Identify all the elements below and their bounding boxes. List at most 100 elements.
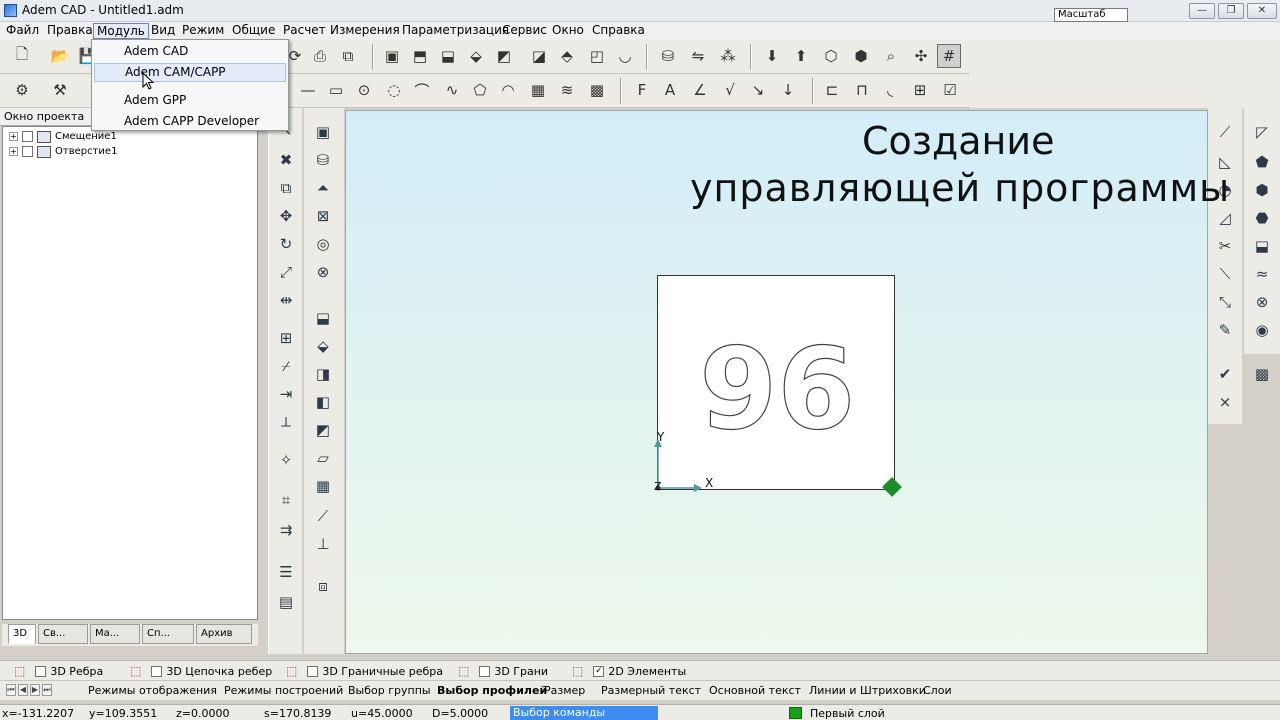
- import-icon[interactable]: ⬆: [789, 44, 813, 68]
- hole-icon[interactable]: ◡: [613, 44, 637, 68]
- hatch-tool-icon[interactable]: ▦: [526, 78, 550, 102]
- solid-box-icon[interactable]: ▣: [310, 120, 336, 144]
- line-point-icon[interactable]: ⟍: [1212, 262, 1238, 286]
- dim-aligned-icon[interactable]: ⊓: [850, 78, 874, 102]
- solid-delete-icon[interactable]: ⊠: [310, 204, 336, 228]
- circle-tool-icon[interactable]: ⊙: [352, 78, 376, 102]
- cam-region-icon[interactable]: ◧: [310, 390, 336, 414]
- pattern-icon[interactable]: ⁂: [716, 44, 740, 68]
- machine-icon[interactable]: ⚙: [10, 78, 34, 102]
- sketch-plane-icon[interactable]: ⟋: [1212, 120, 1238, 144]
- grid-toggle-icon[interactable]: #: [937, 44, 961, 68]
- delete-icon[interactable]: ✖: [273, 148, 299, 172]
- menu-file[interactable]: Файл: [3, 23, 42, 39]
- cam-grid-icon[interactable]: ▦: [310, 474, 336, 498]
- snap-icon[interactable]: ✣: [909, 44, 933, 68]
- diagonal-icon[interactable]: ⤡: [1212, 290, 1238, 314]
- tool-setup-icon[interactable]: ⚒: [48, 78, 72, 102]
- cam-save-icon[interactable]: ⬓: [310, 306, 336, 330]
- face-yellow-icon[interactable]: ⬟: [1249, 150, 1275, 174]
- menu-help[interactable]: Справка: [589, 23, 648, 39]
- open-file-icon[interactable]: 📂: [48, 44, 72, 68]
- cam-view-icon[interactable]: ⧈: [310, 574, 336, 598]
- print-icon[interactable]: ⎙: [308, 44, 332, 68]
- face-cube-icon[interactable]: ⬢: [1249, 178, 1275, 202]
- menu-general[interactable]: Общие: [229, 23, 278, 39]
- tab-dimension-text[interactable]: Размерный текст: [601, 684, 701, 697]
- extend-icon[interactable]: ⇥: [273, 382, 299, 406]
- menu-item-adem-cam-capp[interactable]: Adem CAM/CAPP: [94, 63, 286, 82]
- group-icon[interactable]: ⌗: [273, 488, 299, 512]
- crossed-icon[interactable]: ⨯: [1212, 390, 1238, 414]
- explode-icon[interactable]: ✧: [273, 448, 299, 472]
- face-wave-icon[interactable]: ≈: [1249, 262, 1275, 286]
- solid-remove-icon[interactable]: ⊗: [310, 260, 336, 284]
- filter-3d-faces[interactable]: ⬚ 3D Грани: [458, 664, 548, 678]
- polygon-tool-icon[interactable]: ⬠: [468, 78, 492, 102]
- minimize-button[interactable]: —: [1189, 3, 1215, 19]
- checker-icon[interactable]: ▩: [1249, 362, 1275, 386]
- menu-item-adem-capp-developer[interactable]: Adem CAPP Developer: [94, 112, 286, 131]
- cam-plane-icon[interactable]: ◨: [310, 362, 336, 386]
- tab-main-text[interactable]: Основной текст: [709, 684, 801, 697]
- next-tab-icon[interactable]: ▶: [30, 684, 40, 696]
- array-icon[interactable]: ⊞: [273, 326, 299, 350]
- filter-checkbox-checked[interactable]: ✓: [593, 665, 605, 677]
- prev-tab-icon[interactable]: ◀: [18, 684, 28, 696]
- cut-line-icon[interactable]: ✂: [1212, 234, 1238, 258]
- arrow-down-tool-icon[interactable]: ↓: [776, 78, 800, 102]
- cut-icon[interactable]: ◰: [585, 44, 609, 68]
- cylinder-icon[interactable]: ⛁: [656, 44, 680, 68]
- solid-cone-icon[interactable]: ⏶: [310, 176, 336, 200]
- tab-specification[interactable]: Сп...: [142, 624, 194, 644]
- last-tab-icon[interactable]: ⏭: [42, 684, 52, 696]
- break-icon[interactable]: ⟂: [273, 410, 299, 434]
- filter-checkbox[interactable]: [35, 665, 47, 677]
- filter-checkbox[interactable]: [151, 665, 163, 677]
- rectangle-tool-icon[interactable]: ▭: [324, 78, 348, 102]
- tab-build-modes[interactable]: Режимы построений: [224, 684, 343, 697]
- face-split-icon[interactable]: ⬓: [1249, 234, 1275, 258]
- offset-tool-icon[interactable]: ≋: [555, 78, 579, 102]
- circle-3pt-icon[interactable]: ◌: [382, 78, 406, 102]
- tab-archive[interactable]: Архив: [196, 624, 252, 644]
- status-layer[interactable]: Первый слой: [810, 707, 885, 720]
- visibility-checkbox[interactable]: [22, 131, 33, 142]
- face-slope-icon[interactable]: ◸: [1249, 120, 1275, 144]
- tree-item-offset[interactable]: + Смещение1: [9, 129, 117, 144]
- text-tool-icon[interactable]: F: [630, 78, 654, 102]
- leader-tool-icon[interactable]: ↘: [746, 78, 770, 102]
- trim-icon[interactable]: ⌿: [273, 354, 299, 378]
- face-fill-icon[interactable]: ⬣: [1249, 206, 1275, 230]
- first-tab-icon[interactable]: ⏮: [6, 684, 16, 696]
- solid-sphere-icon[interactable]: ◎: [310, 232, 336, 256]
- line-tool-icon[interactable]: —: [296, 78, 320, 102]
- menu-window[interactable]: Окно: [549, 23, 587, 39]
- menu-item-adem-gpp[interactable]: Adem GPP: [94, 91, 286, 110]
- face-delete-icon[interactable]: ⊗: [1249, 290, 1275, 314]
- mirror-icon[interactable]: ⇋: [686, 44, 710, 68]
- wireframe-icon[interactable]: ⬢: [849, 44, 873, 68]
- loft-icon[interactable]: ◩: [492, 44, 516, 68]
- filter-checkbox[interactable]: [307, 665, 319, 677]
- filter-3d-edges[interactable]: ⬚ 3D Ребра: [14, 664, 103, 678]
- edit-icon[interactable]: ✎: [1212, 318, 1238, 342]
- table-icon[interactable]: ▤: [273, 590, 299, 614]
- shell-icon[interactable]: ⬓: [436, 44, 460, 68]
- list-icon[interactable]: ☰: [273, 560, 299, 584]
- filter-2d-elements[interactable]: ⬚ ✓ 2D Элементы: [572, 664, 686, 678]
- zoom-icon[interactable]: ⌕: [879, 44, 903, 68]
- fill-tool-icon[interactable]: ▩: [585, 78, 609, 102]
- menu-parametrization[interactable]: Параметризация: [399, 23, 512, 39]
- cam-pocket-icon[interactable]: ◩: [310, 418, 336, 442]
- close-button[interactable]: ✕: [1247, 3, 1277, 19]
- chamfer-icon[interactable]: ◪: [527, 44, 551, 68]
- confirm-icon[interactable]: ✔: [1212, 362, 1238, 386]
- tab-properties[interactable]: Св...: [38, 624, 88, 644]
- arc-tool-icon[interactable]: ◠: [496, 78, 520, 102]
- visibility-checkbox[interactable]: [22, 146, 33, 157]
- scale-icon[interactable]: ⤢: [273, 260, 299, 284]
- menu-measure[interactable]: Измерения: [327, 23, 403, 39]
- tab-materials[interactable]: Ма...: [90, 624, 140, 644]
- menu-item-adem-cad[interactable]: Adem CAD: [94, 42, 286, 61]
